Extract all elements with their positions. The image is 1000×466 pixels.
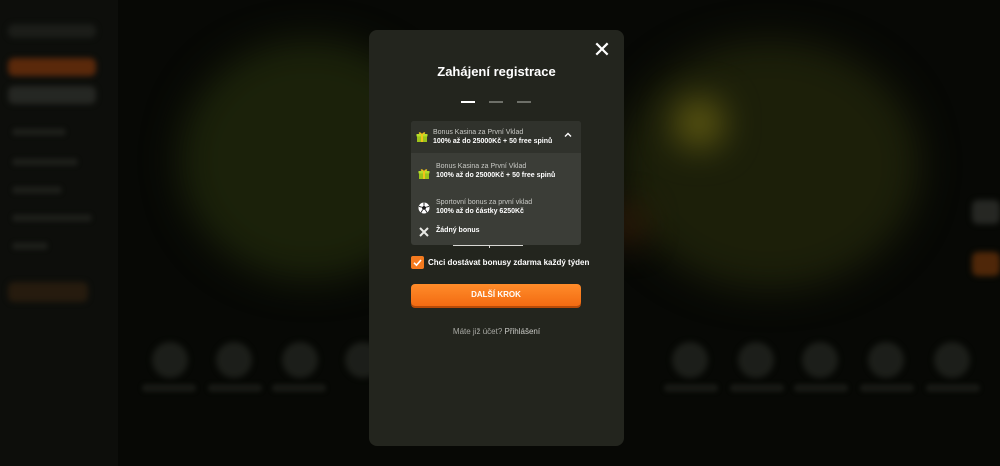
bonus-select[interactable]: Bonus Kasina za První Vklad 100% až do 2… (411, 121, 581, 245)
registration-modal: ✕ Zahájení registrace Bonus Kasina za Pr… (369, 30, 624, 446)
step-3 (517, 101, 531, 103)
soccer-ball-icon (418, 202, 430, 214)
weekly-bonus-checkbox[interactable] (411, 256, 424, 269)
login-link[interactable]: Přihlášení (505, 327, 541, 336)
step-2 (489, 101, 503, 103)
step-1 (461, 101, 475, 103)
bonus-option-detail: 100% až do 25000Kč + 50 free spinů (436, 172, 556, 179)
close-icon[interactable]: ✕ (592, 39, 612, 61)
bonus-option-title: Sportovní bonus za první vklad (436, 199, 533, 206)
login-question: Máte již účet? (452, 327, 503, 336)
bonus-option-title: Bonus Kasina za První Vklad (436, 163, 527, 170)
gift-icon (418, 169, 430, 179)
modal-title: Zahájení registrace (437, 64, 556, 79)
next-step-button[interactable]: DALŠÍ KROK (411, 284, 581, 306)
cross-icon (419, 227, 429, 237)
bonus-option-none[interactable]: Žádný bonus (411, 225, 581, 241)
bonus-option-title: Žádný bonus (436, 227, 480, 234)
step-indicator (461, 101, 533, 103)
gift-icon (416, 132, 428, 142)
chevron-up-icon[interactable] (563, 130, 573, 140)
selected-bonus-detail: 100% až do 25000Kč + 50 free spinů (433, 138, 553, 145)
weekly-bonus-label: Chci dostávat bonusy zdarma každý týden (428, 258, 590, 267)
bonus-option-casino[interactable]: Bonus Kasina za První Vklad 100% až do 2… (411, 162, 581, 192)
login-prompt: Máte již účet? Přihlášení (369, 327, 624, 336)
bonus-select-header[interactable]: Bonus Kasina za První Vklad 100% až do 2… (411, 121, 581, 153)
checkmark-icon (413, 259, 422, 267)
bonus-option-detail: 100% až do částky 6250Kč (436, 208, 524, 215)
bonus-option-sport[interactable]: Sportovní bonus za první vklad 100% až d… (411, 198, 581, 220)
selected-bonus-title: Bonus Kasina za První Vklad (433, 129, 524, 136)
